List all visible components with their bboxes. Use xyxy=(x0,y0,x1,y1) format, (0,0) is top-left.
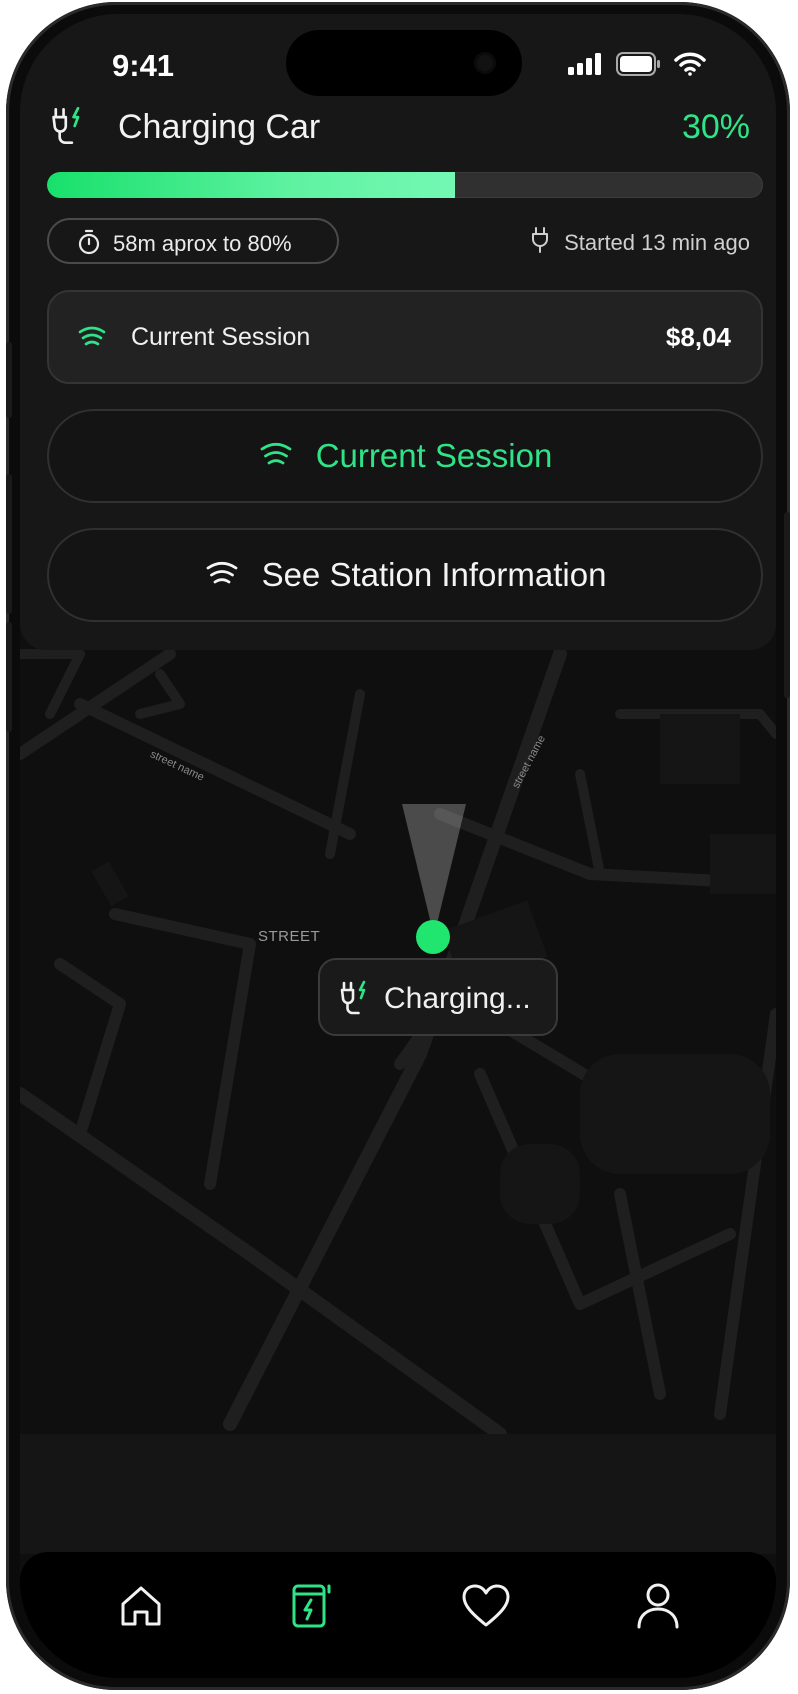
home-icon xyxy=(121,1586,161,1626)
plug-charging-icon xyxy=(340,980,366,1015)
status-time: 9:41 xyxy=(112,48,175,83)
battery-icon xyxy=(616,52,660,76)
current-session-button[interactable]: Current Session xyxy=(47,409,763,503)
page-title: Charging Car xyxy=(118,108,321,146)
current-session-button-label: Current Session xyxy=(315,437,553,474)
cellular-signal-icon xyxy=(568,53,601,75)
phone-frame: street name street name street STREET Ch… xyxy=(6,2,790,1690)
session-amount: $8,04 xyxy=(665,322,731,352)
tab-favorites[interactable] xyxy=(456,1576,516,1636)
heart-icon xyxy=(462,1584,510,1627)
session-label: Current Session xyxy=(131,323,311,351)
charging-station-icon xyxy=(292,1584,331,1628)
charging-tooltip-label: Charging... xyxy=(384,982,531,1015)
wifi-icon xyxy=(674,52,706,76)
status-icons xyxy=(568,52,706,76)
dynamic-island xyxy=(286,30,522,96)
station-info-button[interactable]: See Station Information xyxy=(47,528,763,622)
silent-switch xyxy=(6,342,12,418)
started-info: Started 13 min ago xyxy=(532,227,750,256)
stopwatch-icon xyxy=(78,229,100,255)
header: Charging Car 30% xyxy=(50,102,750,162)
charging-panel: 9:41 Charging Car 30% 58m aprox to 80% S… xyxy=(20,14,776,650)
contactless-icon xyxy=(260,442,292,465)
current-session-card[interactable]: Current Session $8,04 xyxy=(47,290,763,384)
eta-badge: 58m aprox to 80% xyxy=(47,218,339,264)
plug-charging-icon xyxy=(52,106,80,145)
charge-progress-fill xyxy=(47,172,456,198)
tab-bar xyxy=(20,1552,776,1678)
profile-icon xyxy=(637,1583,679,1629)
volume-down-button xyxy=(6,622,12,732)
tab-profile[interactable] xyxy=(628,1576,688,1636)
power-button xyxy=(784,512,790,698)
charge-percent: 30% xyxy=(681,108,750,146)
contactless-icon xyxy=(78,326,106,346)
plug-icon xyxy=(532,227,549,253)
tab-home[interactable] xyxy=(111,1576,171,1636)
street-label: STREET xyxy=(258,928,321,945)
contactless-icon xyxy=(206,561,237,584)
station-info-button-label: See Station Information xyxy=(261,556,607,593)
screen: street name street name street STREET Ch… xyxy=(20,14,776,1678)
volume-up-button xyxy=(6,474,12,614)
started-text: Started 13 min ago xyxy=(564,230,750,255)
direction-beam xyxy=(402,804,466,936)
tab-charging[interactable] xyxy=(282,1576,342,1636)
eta-text: 58m aprox to 80% xyxy=(113,231,292,256)
charging-tooltip[interactable]: Charging... xyxy=(318,958,558,1036)
charge-progress-bar xyxy=(47,172,763,198)
location-pin[interactable] xyxy=(416,920,450,954)
